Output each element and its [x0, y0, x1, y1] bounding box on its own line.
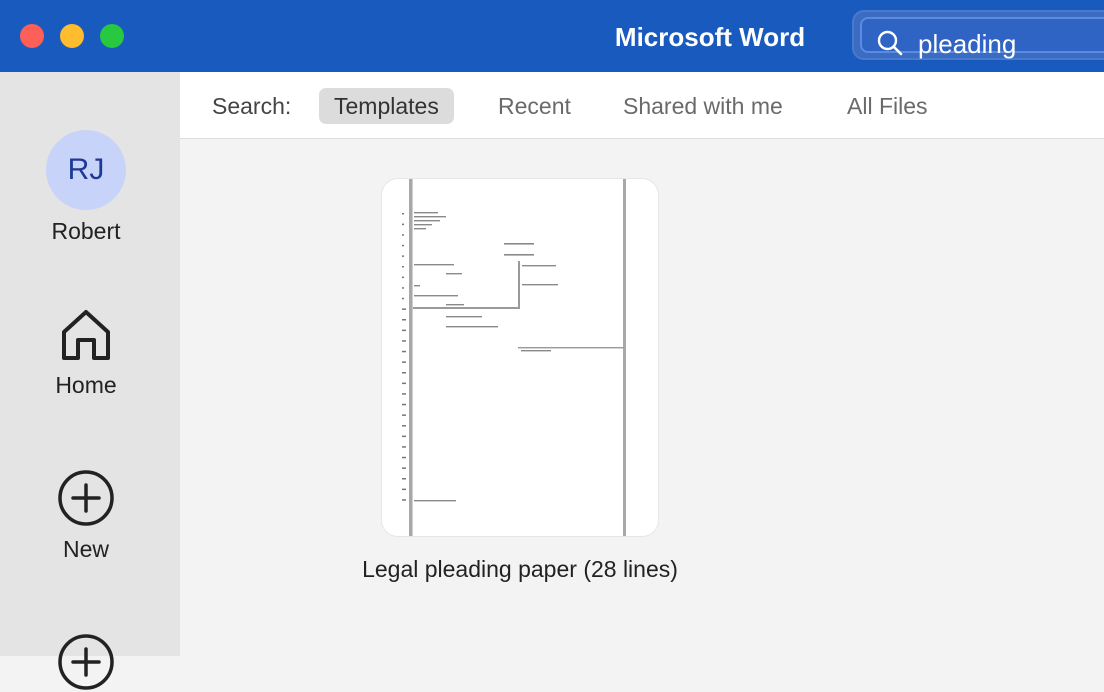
thumbnail-line-number — [402, 297, 404, 300]
thumbnail-line-number — [402, 350, 406, 353]
plus-circle-icon — [58, 634, 114, 690]
thumbnail-line-number — [402, 308, 406, 310]
thumbnail-line-number — [402, 446, 406, 448]
thumbnail-line-number — [402, 361, 406, 363]
search-box[interactable] — [852, 10, 1104, 61]
thumbnail-line-number — [402, 287, 404, 289]
thumbnail-line-number — [402, 213, 404, 215]
thumbnail-line-number — [402, 234, 404, 236]
thumbnail-line-number — [402, 329, 406, 332]
sidebar-item-label: Home — [55, 372, 117, 398]
thumbnail-line-number — [402, 456, 406, 459]
thumbnail-line-number — [402, 499, 406, 501]
home-icon — [62, 310, 110, 360]
search-input[interactable] — [918, 27, 1104, 61]
tab-all-files[interactable]: All Files — [832, 88, 943, 124]
close-window-button[interactable] — [20, 24, 44, 48]
title-bar: Microsoft Word — [0, 0, 1104, 72]
avatar: RJ — [46, 130, 126, 210]
search-field-frame — [860, 17, 1104, 61]
thumbnail-line-number — [402, 266, 404, 268]
thumbnail-line-number — [402, 478, 406, 480]
thumbnail-line-number — [402, 467, 406, 469]
thumbnail-line-number — [402, 223, 404, 226]
template-title[interactable]: Legal pleading paper (28 lines) — [300, 556, 740, 583]
thumbnail-line-number — [402, 244, 404, 247]
minimize-window-button[interactable] — [60, 24, 84, 48]
pleading-paper-preview — [402, 179, 626, 536]
tab-shared-with-me[interactable]: Shared with me — [608, 88, 798, 124]
thumbnail-line-number — [402, 435, 406, 438]
template-thumbnail[interactable] — [382, 179, 658, 536]
thumbnail-line-number — [402, 276, 404, 279]
sidebar: RJ Robert Home New — [0, 72, 180, 690]
thumbnail-line-number — [402, 382, 406, 385]
search-scope-label: Search: — [212, 93, 292, 119]
thumbnail-line-number — [402, 255, 404, 257]
plus-circle-icon — [58, 470, 114, 526]
thumbnail-line-number — [402, 488, 406, 491]
search-scope-bar: Search: Templates Recent Shared with me … — [180, 72, 1104, 139]
thumbnail-line-number — [402, 319, 406, 321]
thumbnail-line-number — [402, 414, 406, 416]
thumbnail-line-number — [402, 340, 406, 342]
user-name: Robert — [51, 218, 121, 244]
tab-templates[interactable]: Templates — [319, 88, 454, 124]
zoom-window-button[interactable] — [100, 24, 124, 48]
sidebar-item-label: New — [62, 536, 109, 562]
thumbnail-line-number — [402, 425, 406, 427]
thumbnail-line-number — [402, 393, 406, 395]
thumbnail-line-number — [402, 372, 406, 374]
app-title: Microsoft Word — [614, 22, 806, 52]
thumbnail-line-number — [402, 403, 406, 406]
tab-recent[interactable]: Recent — [483, 88, 586, 124]
search-icon — [877, 30, 903, 56]
